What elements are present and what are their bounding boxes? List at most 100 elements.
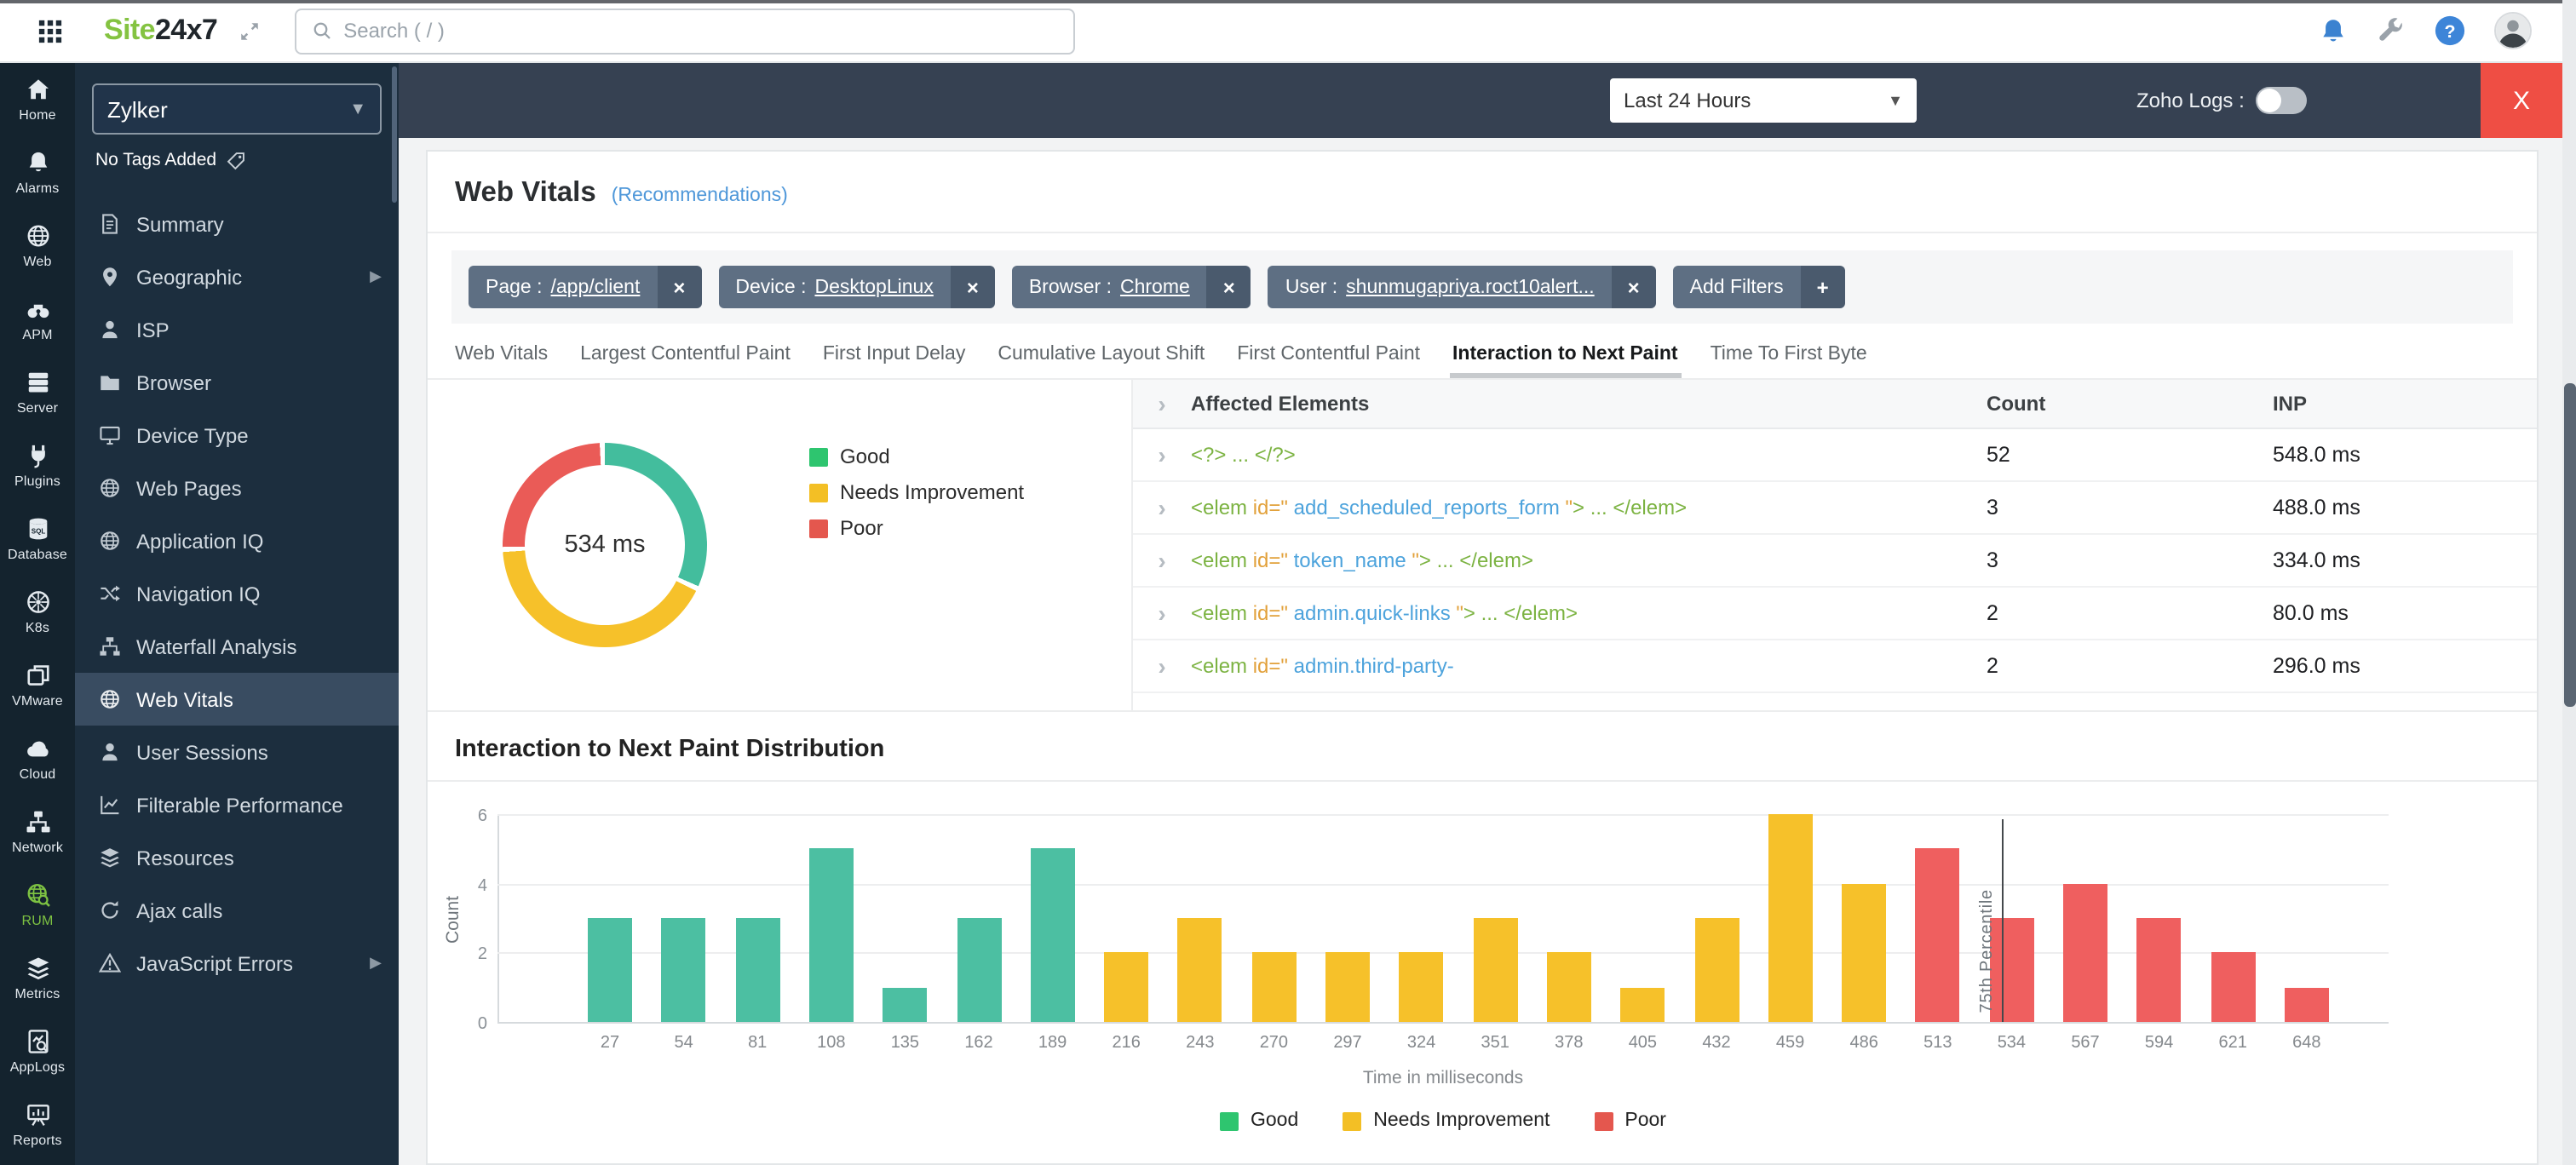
x-tick-label: 216	[1089, 1034, 1164, 1053]
remove-filter-button[interactable]: ×	[1207, 266, 1251, 308]
tab-time-to-first-byte[interactable]: Time To First Byte	[1711, 344, 1867, 364]
sidebar-item-web-pages[interactable]: Web Pages	[75, 462, 399, 514]
rail-item-server[interactable]: Server	[0, 356, 75, 429]
legend-swatch	[809, 519, 828, 537]
filter-chip-value[interactable]: Chrome	[1120, 277, 1190, 297]
x-tick-label: 27	[572, 1034, 647, 1053]
tab-first-contentful-paint[interactable]: First Contentful Paint	[1237, 344, 1420, 364]
sidebar-item-device-type[interactable]: Device Type	[75, 409, 399, 462]
sidebar-item-summary[interactable]: Summary	[75, 198, 399, 250]
user-avatar[interactable]	[2494, 12, 2532, 49]
percentile-label: 75th Percentile	[1977, 890, 1996, 1013]
sidebar-item-label: Web Vitals	[136, 687, 233, 711]
monitor-selector[interactable]: Zylker ▼	[92, 83, 382, 135]
tab-first-input-delay[interactable]: First Input Delay	[823, 344, 965, 364]
main-area: Last 24 Hours ▼ Zoho Logs : X Web Vitals…	[399, 63, 2576, 1165]
globe-icon	[99, 530, 121, 552]
sidebar-item-web-vitals[interactable]: Web Vitals	[75, 673, 399, 726]
time-range-value: Last 24 Hours	[1624, 89, 1751, 112]
tag-icon[interactable]	[227, 151, 245, 169]
tab-largest-contentful-paint[interactable]: Largest Contentful Paint	[580, 344, 791, 364]
row-expand-chevron-icon[interactable]: ›	[1133, 547, 1191, 574]
affected-element-link[interactable]: <elem id=" admin.quick-links "> ... </el…	[1191, 601, 1987, 625]
sidebar-item-resources[interactable]: Resources	[75, 831, 399, 884]
recommendations-link[interactable]: (Recommendations)	[612, 186, 788, 206]
page-scrollbar-thumb[interactable]	[2563, 383, 2575, 707]
filter-chip-value[interactable]: /app/client	[551, 277, 641, 297]
notifications-icon[interactable]	[2319, 16, 2348, 45]
filter-chip-value[interactable]: DesktopLinux	[814, 277, 933, 297]
site24x7-logo[interactable]: Site24x7	[104, 14, 217, 48]
globe-icon	[99, 477, 121, 499]
sidebar-scrollbar[interactable]	[392, 66, 397, 203]
affected-element-link[interactable]: <elem id=" admin.third-party-	[1191, 654, 1987, 678]
tools-wrench-icon[interactable]	[2377, 16, 2406, 45]
rail-item-apm[interactable]: APM	[0, 283, 75, 356]
legend-item-needs-improvement: Needs Improvement	[1343, 1110, 1550, 1131]
row-expand-chevron-icon[interactable]: ›	[1133, 494, 1191, 521]
sidebar-item-filterable-performance[interactable]: Filterable Performance	[75, 778, 399, 831]
rail-item-rum[interactable]: RUM	[0, 869, 75, 942]
rail-item-vmware[interactable]: VMware	[0, 649, 75, 722]
sidebar-item-waterfall-analysis[interactable]: Waterfall Analysis	[75, 620, 399, 673]
sidebar-item-user-sessions[interactable]: User Sessions	[75, 726, 399, 778]
sidebar-item-label: Filterable Performance	[136, 793, 343, 817]
sidebar-item-navigation-iq[interactable]: Navigation IQ	[75, 567, 399, 620]
bar-324	[1400, 953, 1444, 1022]
remove-filter-button[interactable]: ×	[657, 266, 701, 308]
affected-element-link[interactable]: <elem id=" add_scheduled_reports_form ">…	[1191, 496, 1987, 519]
map-pin-icon	[99, 266, 121, 288]
affected-element-link[interactable]: <?> ... </?>	[1191, 443, 1987, 467]
rail-item-alarms[interactable]: Alarms	[0, 136, 75, 209]
page-scrollbar[interactable]	[2562, 0, 2576, 1165]
rail-item-network[interactable]: Network	[0, 795, 75, 869]
expand-chevron-icon[interactable]: ›	[1133, 390, 1191, 417]
page-title: Web Vitals	[455, 177, 596, 209]
sidebar-item-ajax-calls[interactable]: Ajax calls	[75, 884, 399, 937]
sidebar-item-geographic[interactable]: Geographic ▶	[75, 250, 399, 303]
add-filter-button[interactable]: +	[1801, 266, 1845, 308]
search-input[interactable]	[343, 19, 1057, 43]
rail-item-reports[interactable]: Reports	[0, 1088, 75, 1162]
time-range-select[interactable]: Last 24 Hours ▼	[1610, 78, 1917, 123]
rail-item-metrics[interactable]: Metrics	[0, 942, 75, 1015]
remove-filter-button[interactable]: ×	[1612, 266, 1656, 308]
affected-element-link[interactable]: <elem id=" token_name "> ... </elem>	[1191, 548, 1987, 572]
sidebar-item-isp[interactable]: ISP	[75, 303, 399, 356]
zoho-logs-toggle[interactable]	[2257, 87, 2308, 114]
gridline	[497, 1022, 2389, 1024]
filter-chip-label[interactable]: User : shunmugapriya.roct10alert...	[1268, 266, 1612, 308]
sidebar-item-browser[interactable]: Browser	[75, 356, 399, 409]
tab-cumulative-layout-shift[interactable]: Cumulative Layout Shift	[998, 344, 1205, 364]
rail-item-applogs[interactable]: AppLogs	[0, 1015, 75, 1088]
row-expand-chevron-icon[interactable]: ›	[1133, 441, 1191, 468]
rail-item-plugins[interactable]: Plugins	[0, 429, 75, 502]
rail-item-label: Home	[19, 107, 56, 123]
svg-text:?: ?	[2444, 21, 2455, 42]
apps-grid-icon[interactable]	[37, 18, 63, 43]
legend-label: Needs Improvement	[1373, 1110, 1550, 1131]
filter-chip-value[interactable]: shunmugapriya.roct10alert...	[1346, 277, 1595, 297]
sidebar-item-application-iq[interactable]: Application IQ	[75, 514, 399, 567]
sidebar-item-javascript-errors[interactable]: JavaScript Errors ▶	[75, 937, 399, 990]
rail-item-cloud[interactable]: Cloud	[0, 722, 75, 795]
rail-item-database[interactable]: SQLDatabase	[0, 502, 75, 576]
remove-filter-button[interactable]: ×	[951, 266, 995, 308]
tab-interaction-to-next-paint[interactable]: Interaction to Next Paint	[1452, 344, 1678, 364]
row-expand-chevron-icon[interactable]: ›	[1133, 600, 1191, 627]
close-button[interactable]: X	[2481, 63, 2562, 138]
toggle-knob	[2258, 89, 2282, 112]
expand-icon[interactable]	[238, 20, 260, 42]
add-filters-label[interactable]: Add Filters	[1673, 266, 1801, 308]
filter-chip-label[interactable]: Device : DesktopLinux	[718, 266, 950, 308]
filter-chip-label[interactable]: Page : /app/client	[469, 266, 657, 308]
rail-item-k8s[interactable]: K8s	[0, 576, 75, 649]
rail-item-web[interactable]: Web	[0, 209, 75, 283]
row-expand-chevron-icon[interactable]: ›	[1133, 652, 1191, 680]
chart-icon	[99, 794, 121, 816]
global-search[interactable]	[294, 8, 1074, 54]
filter-chip-label[interactable]: Browser : Chrome	[1012, 266, 1207, 308]
help-icon[interactable]: ?	[2435, 15, 2465, 46]
tab-web-vitals[interactable]: Web Vitals	[455, 344, 548, 364]
rail-item-home[interactable]: Home	[0, 63, 75, 136]
